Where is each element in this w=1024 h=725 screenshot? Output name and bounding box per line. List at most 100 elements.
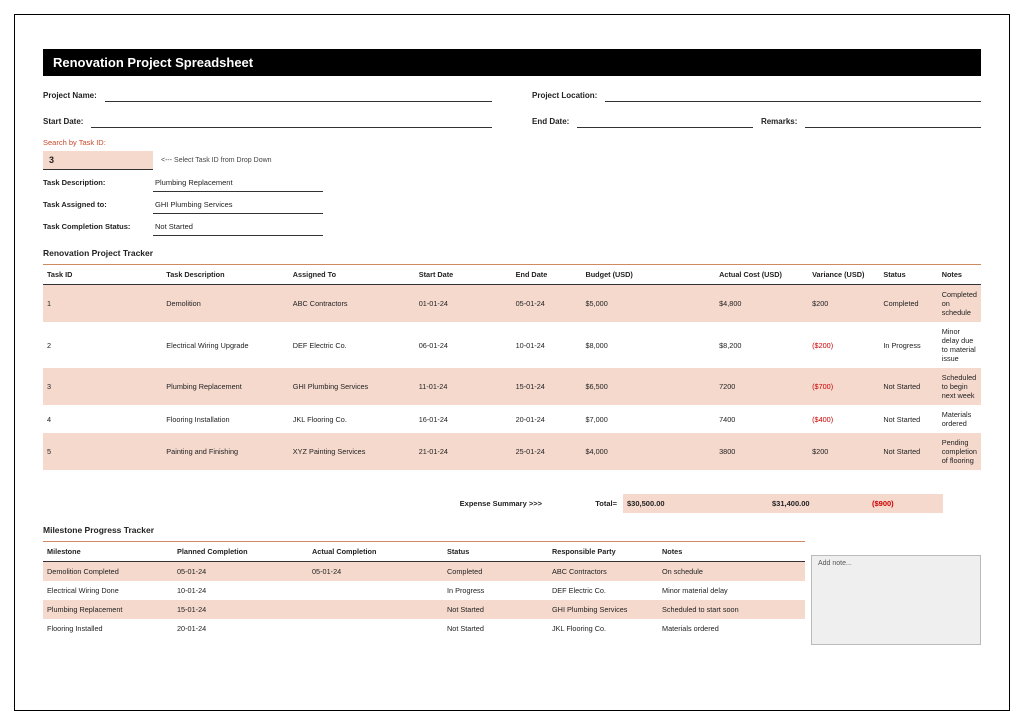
table-cell: 21-01-24 xyxy=(415,433,512,470)
detail-value: Plumbing Replacement xyxy=(153,174,323,192)
table-cell: Flooring Installation xyxy=(162,405,289,433)
detail-value: GHI Plumbing Services xyxy=(153,196,323,214)
table-cell: 15-01-24 xyxy=(173,600,308,619)
table-cell: JKL Flooring Co. xyxy=(289,405,415,433)
table-cell: Demolition xyxy=(162,285,289,323)
table-row: 5Painting and FinishingXYZ Painting Serv… xyxy=(43,433,981,470)
tracker-header: Start Date xyxy=(415,265,512,285)
table-cell: $4,000 xyxy=(581,433,715,470)
table-cell: Demolition Completed xyxy=(43,562,173,582)
table-cell: 10-01-24 xyxy=(512,322,582,368)
table-cell: Materials ordered xyxy=(938,405,981,433)
table-cell: ($200) xyxy=(808,322,879,368)
table-cell: Scheduled to start soon xyxy=(658,600,805,619)
table-cell: 05-01-24 xyxy=(173,562,308,582)
detail-label: Task Assigned to: xyxy=(43,196,153,214)
table-cell: In Progress xyxy=(443,581,548,600)
tracker-header: Task Description xyxy=(162,265,289,285)
table-cell: $8,000 xyxy=(581,322,715,368)
project-location-input[interactable] xyxy=(605,90,981,102)
task-id-dropdown[interactable]: 3 xyxy=(43,151,153,170)
table-cell: DEF Electric Co. xyxy=(289,322,415,368)
table-cell: ABC Contractors xyxy=(289,285,415,323)
table-cell: 10-01-24 xyxy=(173,581,308,600)
table-cell: 16-01-24 xyxy=(415,405,512,433)
tracker-header: Task ID xyxy=(43,265,162,285)
table-cell: 25-01-24 xyxy=(512,433,582,470)
table-cell: Pending completion of flooring xyxy=(938,433,981,470)
table-cell: ($700) xyxy=(808,368,879,405)
total-label: Total= xyxy=(548,494,623,513)
table-cell: Not Started xyxy=(879,368,937,405)
detail-value: Not Started xyxy=(153,218,323,236)
table-cell: 05-01-24 xyxy=(308,562,443,582)
table-cell: ABC Contractors xyxy=(548,562,658,582)
remarks-label: Remarks: xyxy=(761,117,797,128)
table-cell: On schedule xyxy=(658,562,805,582)
table-row: Plumbing Replacement15-01-24Not StartedG… xyxy=(43,600,805,619)
table-cell: 4 xyxy=(43,405,162,433)
milestone-header: Responsible Party xyxy=(548,542,658,562)
search-details: Task Description:Plumbing Replacement Tas… xyxy=(43,174,981,236)
table-cell: 20-01-24 xyxy=(173,619,308,638)
table-cell: Minor material delay xyxy=(658,581,805,600)
table-cell: Electrical Wiring Done xyxy=(43,581,173,600)
table-cell: 1 xyxy=(43,285,162,323)
table-cell: $7,000 xyxy=(581,405,715,433)
table-cell: $5,000 xyxy=(581,285,715,323)
table-cell: 01-01-24 xyxy=(415,285,512,323)
table-cell: 20-01-24 xyxy=(512,405,582,433)
project-name-label: Project Name: xyxy=(43,91,97,102)
search-detail-row: Task Description:Plumbing Replacement xyxy=(43,174,981,192)
start-date-input[interactable] xyxy=(91,116,492,128)
budget-total: $30,500.00 xyxy=(623,494,768,513)
table-cell: $8,200 xyxy=(715,322,808,368)
table-cell: 2 xyxy=(43,322,162,368)
search-detail-row: Task Completion Status:Not Started xyxy=(43,218,981,236)
start-date-label: Start Date: xyxy=(43,117,83,128)
remarks-input[interactable] xyxy=(805,116,981,128)
detail-label: Task Completion Status: xyxy=(43,218,153,236)
end-date-label: End Date: xyxy=(532,117,569,128)
table-cell: Completed on schedule xyxy=(938,285,981,323)
table-cell: GHI Plumbing Services xyxy=(289,368,415,405)
expense-label: Expense Summary >>> xyxy=(443,494,548,513)
start-date-row: Start Date: xyxy=(43,116,492,128)
table-cell: 5 xyxy=(43,433,162,470)
table-row: 1DemolitionABC Contractors01-01-2405-01-… xyxy=(43,285,981,323)
table-cell: Not Started xyxy=(443,619,548,638)
tracker-table: Task IDTask DescriptionAssigned ToStart … xyxy=(43,264,981,470)
table-cell xyxy=(308,619,443,638)
title-bar: Renovation Project Spreadsheet xyxy=(43,49,981,76)
table-cell: $6,500 xyxy=(581,368,715,405)
actual-total: $31,400.00 xyxy=(768,494,868,513)
end-date-input[interactable] xyxy=(577,116,753,128)
milestone-header-row: MilestonePlanned CompletionActual Comple… xyxy=(43,542,805,562)
search-label: Search by Task ID: xyxy=(43,138,981,147)
meta-grid: Project Name: Project Location: Start Da… xyxy=(43,90,981,128)
table-cell: Completed xyxy=(879,285,937,323)
milestone-header: Status xyxy=(443,542,548,562)
table-cell: Electrical Wiring Upgrade xyxy=(162,322,289,368)
table-cell: 15-01-24 xyxy=(512,368,582,405)
variance-total: ($900) xyxy=(868,494,943,513)
add-note-box[interactable]: Add note... xyxy=(811,555,981,645)
project-name-input[interactable] xyxy=(105,90,492,102)
table-row: 3Plumbing ReplacementGHI Plumbing Servic… xyxy=(43,368,981,405)
project-location-label: Project Location: xyxy=(532,91,597,102)
table-cell: Minor delay due to material issue xyxy=(938,322,981,368)
table-cell xyxy=(308,581,443,600)
tracker-header: End Date xyxy=(512,265,582,285)
table-row: Flooring Installed20-01-24Not StartedJKL… xyxy=(43,619,805,638)
document-page: Renovation Project Spreadsheet Project N… xyxy=(14,14,1010,711)
search-row: 3 <--- Select Task ID from Drop Down xyxy=(43,151,981,170)
table-cell: ($400) xyxy=(808,405,879,433)
tracker-header: Actual Cost (USD) xyxy=(715,265,808,285)
milestone-header: Milestone xyxy=(43,542,173,562)
table-cell: 06-01-24 xyxy=(415,322,512,368)
table-row: 2Electrical Wiring UpgradeDEF Electric C… xyxy=(43,322,981,368)
table-cell: Scheduled to begin next week xyxy=(938,368,981,405)
table-cell: 7200 xyxy=(715,368,808,405)
table-cell: $4,800 xyxy=(715,285,808,323)
table-cell: Plumbing Replacement xyxy=(43,600,173,619)
